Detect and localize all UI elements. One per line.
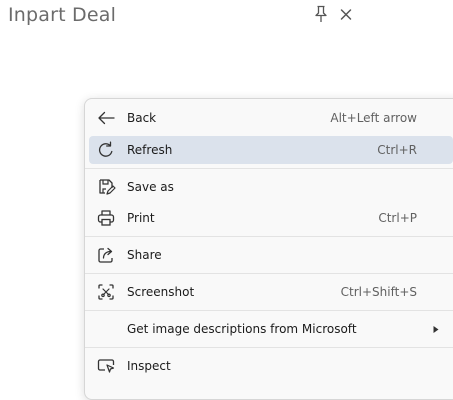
menu-item-share[interactable]: Share (89, 241, 453, 269)
menu-item-shortcut: Ctrl+P (378, 211, 417, 225)
menu-divider (85, 347, 453, 348)
context-menu: Back Alt+Left arrow Refresh Ctrl+R Save … (84, 98, 453, 400)
menu-divider (85, 310, 453, 311)
window-title: Inpart Deal (8, 4, 117, 26)
menu-item-back[interactable]: Back Alt+Left arrow (89, 104, 453, 132)
save-as-icon (97, 178, 116, 196)
menu-item-refresh[interactable]: Refresh Ctrl+R (89, 136, 453, 164)
menu-item-image-descriptions[interactable]: Get image descriptions from Microsoft (89, 315, 453, 343)
refresh-icon (97, 141, 115, 159)
menu-item-label: Screenshot (127, 285, 195, 299)
menu-item-inspect[interactable]: Inspect (89, 352, 453, 380)
menu-item-print[interactable]: Print Ctrl+P (89, 204, 453, 232)
menu-item-shortcut: Alt+Left arrow (330, 111, 417, 125)
menu-item-label: Refresh (127, 143, 173, 157)
pin-icon[interactable] (313, 5, 329, 23)
menu-item-label: Back (127, 111, 157, 125)
menu-divider (85, 168, 453, 169)
menu-item-save-as[interactable]: Save as (89, 173, 453, 201)
menu-item-shortcut: Ctrl+R (377, 143, 417, 157)
screenshot-icon (97, 283, 115, 301)
menu-divider (85, 236, 453, 237)
menu-item-shortcut: Ctrl+Shift+S (340, 285, 417, 299)
menu-item-screenshot[interactable]: Screenshot Ctrl+Shift+S (89, 278, 453, 306)
menu-divider (85, 273, 453, 274)
menu-item-label: Print (127, 211, 155, 225)
print-icon (97, 209, 115, 227)
share-icon (97, 246, 115, 264)
close-icon[interactable] (338, 5, 354, 23)
submenu-arrow-icon (433, 326, 439, 333)
menu-item-label: Save as (127, 180, 174, 194)
inspect-icon (97, 357, 115, 375)
menu-item-label: Inspect (127, 359, 171, 373)
menu-item-label: Share (127, 248, 162, 262)
menu-item-label: Get image descriptions from Microsoft (127, 322, 357, 336)
back-arrow-icon (97, 109, 115, 127)
